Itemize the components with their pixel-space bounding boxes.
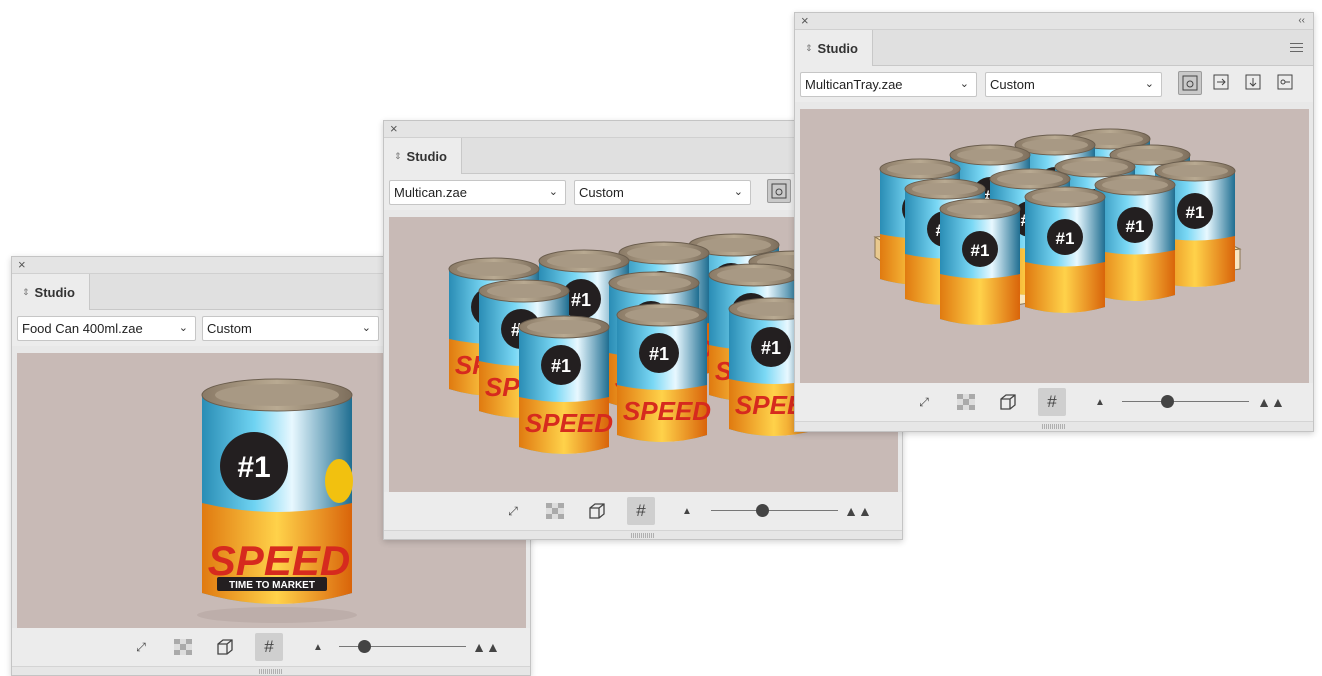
panel-titlebar[interactable]: × ‹‹ xyxy=(795,13,1313,30)
model-select[interactable]: Multican.zae ⌄ xyxy=(389,180,566,205)
view-place-icon xyxy=(1245,74,1261,90)
resize-grip[interactable] xyxy=(1042,424,1066,429)
viewport-toolbar: ⤢ # ▲ ▲▲ xyxy=(384,492,902,530)
view-studio-button[interactable] xyxy=(767,179,791,203)
tab-studio[interactable]: ⇕ Studio xyxy=(384,138,462,174)
updown-icon: ⇕ xyxy=(22,286,30,297)
viewport-toolbar: ⤢ # ▲ ▲▲ xyxy=(795,383,1313,421)
tab-studio[interactable]: ⇕ Studio xyxy=(795,30,873,66)
fit-view-icon[interactable]: ⤢ xyxy=(499,497,527,525)
quality-slider-knob[interactable] xyxy=(756,504,769,517)
close-icon[interactable]: × xyxy=(18,257,26,273)
transparency-grid-icon[interactable] xyxy=(169,633,197,661)
resize-grip[interactable] xyxy=(631,533,655,538)
model-select[interactable]: Food Can 400ml.zae ⌄ xyxy=(17,316,196,341)
view-studio-icon xyxy=(1182,75,1198,91)
model-select-value: MulticanTray.zae xyxy=(805,77,903,92)
quality-slider-knob[interactable] xyxy=(358,640,371,653)
preset-select[interactable]: Custom ⌄ xyxy=(574,180,751,205)
tab-studio[interactable]: ⇕ Studio xyxy=(12,274,90,310)
can-badge-text: #1 xyxy=(237,451,270,484)
quality-slider-track[interactable] xyxy=(1122,401,1249,402)
panel-footer xyxy=(795,421,1313,431)
model-select-value: Food Can 400ml.zae xyxy=(22,321,143,336)
quality-slider-track[interactable] xyxy=(711,510,838,511)
select-row: MulticanTray.zae ⌄ Custom ⌄ xyxy=(795,66,1313,102)
viewport-toolbar: ⤢ # ▲ ▲▲ xyxy=(12,628,530,666)
transparency-grid-icon[interactable] xyxy=(952,388,980,416)
high-quality-icon[interactable]: ▲▲ xyxy=(472,633,500,661)
preset-select-value: Custom xyxy=(990,77,1035,92)
cube-icon[interactable] xyxy=(211,633,239,661)
view-export-icon xyxy=(1213,74,1229,90)
grid-icon[interactable]: # xyxy=(1038,388,1066,416)
view-studio-icon xyxy=(771,183,787,199)
high-quality-icon[interactable]: ▲▲ xyxy=(844,497,872,525)
view-studio-button[interactable] xyxy=(1178,71,1202,95)
cube-icon[interactable] xyxy=(994,388,1022,416)
transparency-grid-icon[interactable] xyxy=(541,497,569,525)
updown-icon: ⇕ xyxy=(805,42,813,53)
high-quality-icon[interactable]: ▲▲ xyxy=(1257,388,1285,416)
close-icon[interactable]: × xyxy=(390,121,398,137)
can-tagline-text: TIME TO MARKET xyxy=(229,580,315,591)
grid-icon[interactable]: # xyxy=(255,633,283,661)
cube-icon[interactable] xyxy=(583,497,611,525)
chevron-down-icon: ⌄ xyxy=(959,78,969,90)
chevron-down-icon: ⌄ xyxy=(733,186,743,198)
low-quality-icon[interactable]: ▲ xyxy=(304,633,332,661)
3d-viewport[interactable]: #1 xyxy=(800,109,1309,383)
chevron-down-icon: ⌄ xyxy=(178,322,188,334)
tab-studio-label: Studio xyxy=(817,40,858,56)
panel-footer xyxy=(12,666,530,675)
studio-panel-multican-tray: × ‹‹ ⇕ Studio MulticanTray.zae ⌄ Custom … xyxy=(794,12,1314,432)
tab-studio-label: Studio xyxy=(406,148,447,164)
resize-grip[interactable] xyxy=(259,669,283,674)
can-brand-text: SPEED xyxy=(208,537,350,584)
updown-icon: ⇕ xyxy=(394,150,402,161)
panel-footer xyxy=(384,530,902,539)
model-select[interactable]: MulticanTray.zae ⌄ xyxy=(800,72,977,97)
preset-select[interactable]: Custom ⌄ xyxy=(985,72,1162,97)
chevron-down-icon: ⌄ xyxy=(361,322,371,334)
low-quality-icon[interactable]: ▲ xyxy=(1086,388,1114,416)
panel-tabrow: ⇕ Studio xyxy=(795,30,1313,66)
collapse-icon[interactable]: ‹‹ xyxy=(1298,13,1305,29)
close-icon[interactable]: × xyxy=(801,13,809,29)
preset-select[interactable]: Custom ⌄ xyxy=(202,316,379,341)
view-link-icon xyxy=(1277,74,1293,90)
model-select-value: Multican.zae xyxy=(394,185,467,200)
tab-studio-label: Studio xyxy=(34,284,75,300)
chevron-down-icon: ⌄ xyxy=(1144,78,1154,90)
view-link-button[interactable] xyxy=(1274,71,1298,95)
quality-slider-knob[interactable] xyxy=(1161,395,1174,408)
panel-menu-icon[interactable] xyxy=(1290,43,1303,53)
preset-select-value: Custom xyxy=(207,321,252,336)
view-place-button[interactable] xyxy=(1242,71,1266,95)
fit-view-icon[interactable]: ⤢ xyxy=(127,633,155,661)
multican-tray-render: #1 xyxy=(873,128,1242,326)
low-quality-icon[interactable]: ▲ xyxy=(673,497,701,525)
fit-view-icon[interactable]: ⤢ xyxy=(910,388,938,416)
grid-icon[interactable]: # xyxy=(627,497,655,525)
chevron-down-icon: ⌄ xyxy=(548,186,558,198)
preset-select-value: Custom xyxy=(579,185,624,200)
view-export-button[interactable] xyxy=(1210,71,1234,95)
